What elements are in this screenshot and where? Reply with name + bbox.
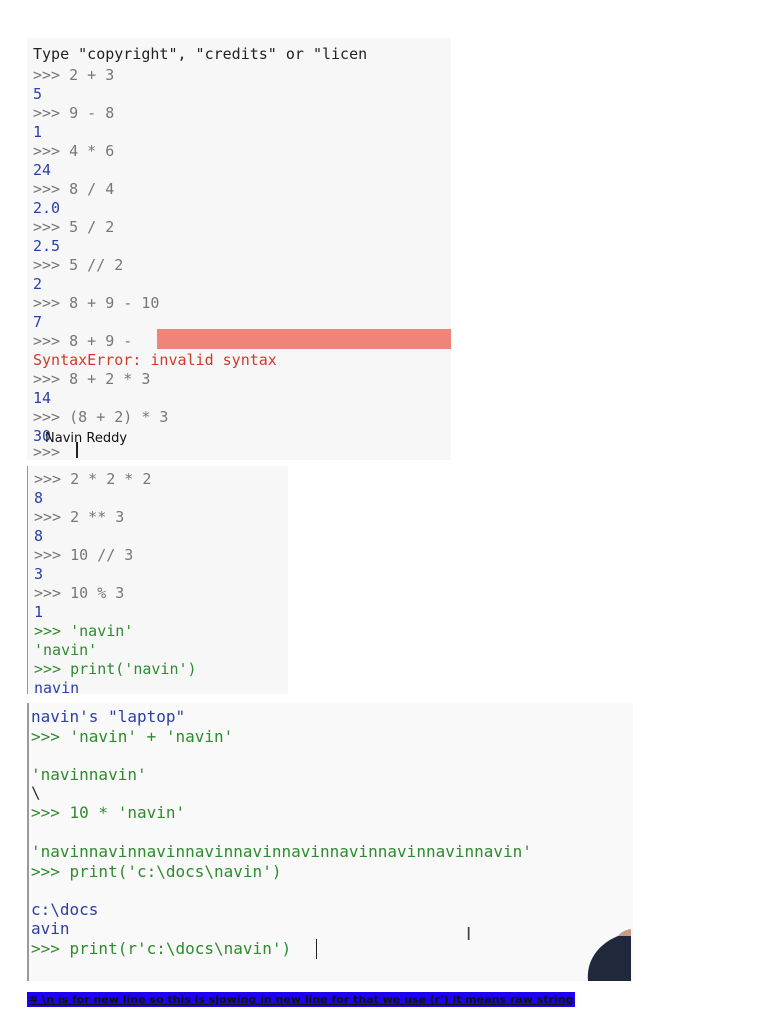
shell-output-line: 3: [34, 565, 44, 583]
shell-input-line: >>> 4 * 6: [33, 142, 115, 160]
shell-input-line: >>> 10 * 'navin': [31, 803, 186, 822]
ibeam-cursor-icon: I: [466, 924, 472, 945]
shell-input-line: >>> 8 / 4: [33, 180, 115, 198]
error-highlight-bar: [157, 329, 451, 349]
shell-input-line: >>> 8 + 2 * 3: [33, 370, 151, 388]
shell-input-line[interactable]: >>> print(r'c:\docs\navin'): [31, 939, 291, 959]
shell-input-line: >>> 9 - 8: [33, 104, 115, 122]
shell-output-line: 1: [34, 603, 44, 621]
shell-input-line: >>> 'navin' + 'navin': [31, 727, 234, 746]
shell-output-line: 'navinnavin': [31, 765, 147, 784]
shell-output-line: navin: [34, 679, 80, 694]
shell-input-line: >>> 'navin': [34, 622, 134, 640]
shell-output-line: 7: [33, 313, 43, 331]
python-shell-panel-2: >>> 2 * 2 * 2 8 >>> 2 ** 3 8 >>> 10 // 3…: [27, 466, 288, 694]
syntax-error-line: SyntaxError: invalid syntax: [33, 351, 277, 369]
shell-output-line: 8: [34, 489, 44, 507]
shell-banner: Type "copyright", "credits" or "licen: [33, 45, 368, 63]
caption-note: # \n is for new line so this is sjowing …: [27, 992, 576, 1007]
shell-output-line: navin's "laptop": [31, 707, 186, 726]
shell-output-line: 1: [33, 123, 43, 141]
shell-input-line: >>> print('c:\docs\navin'): [31, 862, 282, 881]
shell-output-line: 8: [34, 527, 44, 545]
shell-output-line: \: [31, 783, 41, 802]
shell-input-line: >>> 8 + 9 - 10: [33, 294, 160, 312]
presenter-video-thumbnail: [578, 926, 631, 981]
text-cursor: [316, 939, 317, 959]
shell-input-line: >>> 2 ** 3: [34, 508, 125, 526]
shell-output-line: 2.0: [33, 199, 61, 217]
shell-input-line: >>> print('navin'): [34, 660, 197, 678]
shell-input-line: >>> 2 + 3: [33, 66, 115, 84]
shell-input-line: >>> 5 / 2: [33, 218, 115, 236]
shell-output-line: 'navin': [34, 641, 98, 659]
shell-output-line: 'navinnavinnavinnavinnavinnavinnavinnavi…: [31, 842, 532, 861]
shell-input-line: >>> 2 * 2 * 2: [34, 470, 152, 488]
shell-input-line: >>> 10 % 3: [34, 584, 125, 602]
shell-output-line: 2.5: [33, 237, 61, 255]
text-cursor: [76, 442, 78, 458]
python-shell-panel-3: navin's "laptop" >>> 'navin' + 'navin' '…: [27, 703, 633, 981]
shell-output-line: 5: [33, 85, 43, 103]
shell-input-line: >>> (8 + 2) * 3: [33, 408, 169, 426]
shell-input-line: >>> 10 // 3: [34, 546, 134, 564]
shell-output-line: c:\docs: [31, 900, 99, 919]
presenter-name-label: Navin Reddy: [45, 431, 128, 446]
shell-input-line: >>> 8 + 9 -: [33, 332, 133, 350]
shell-input-line: >>> 5 // 2: [33, 256, 124, 274]
shell-output-line: 24: [33, 161, 52, 179]
shell-output-line: 2: [33, 275, 43, 293]
python-shell-panel-1: Type "copyright", "credits" or "licen >>…: [27, 38, 451, 460]
shell-output-line: avin: [31, 919, 70, 938]
shell-output-line: 14: [33, 389, 52, 407]
